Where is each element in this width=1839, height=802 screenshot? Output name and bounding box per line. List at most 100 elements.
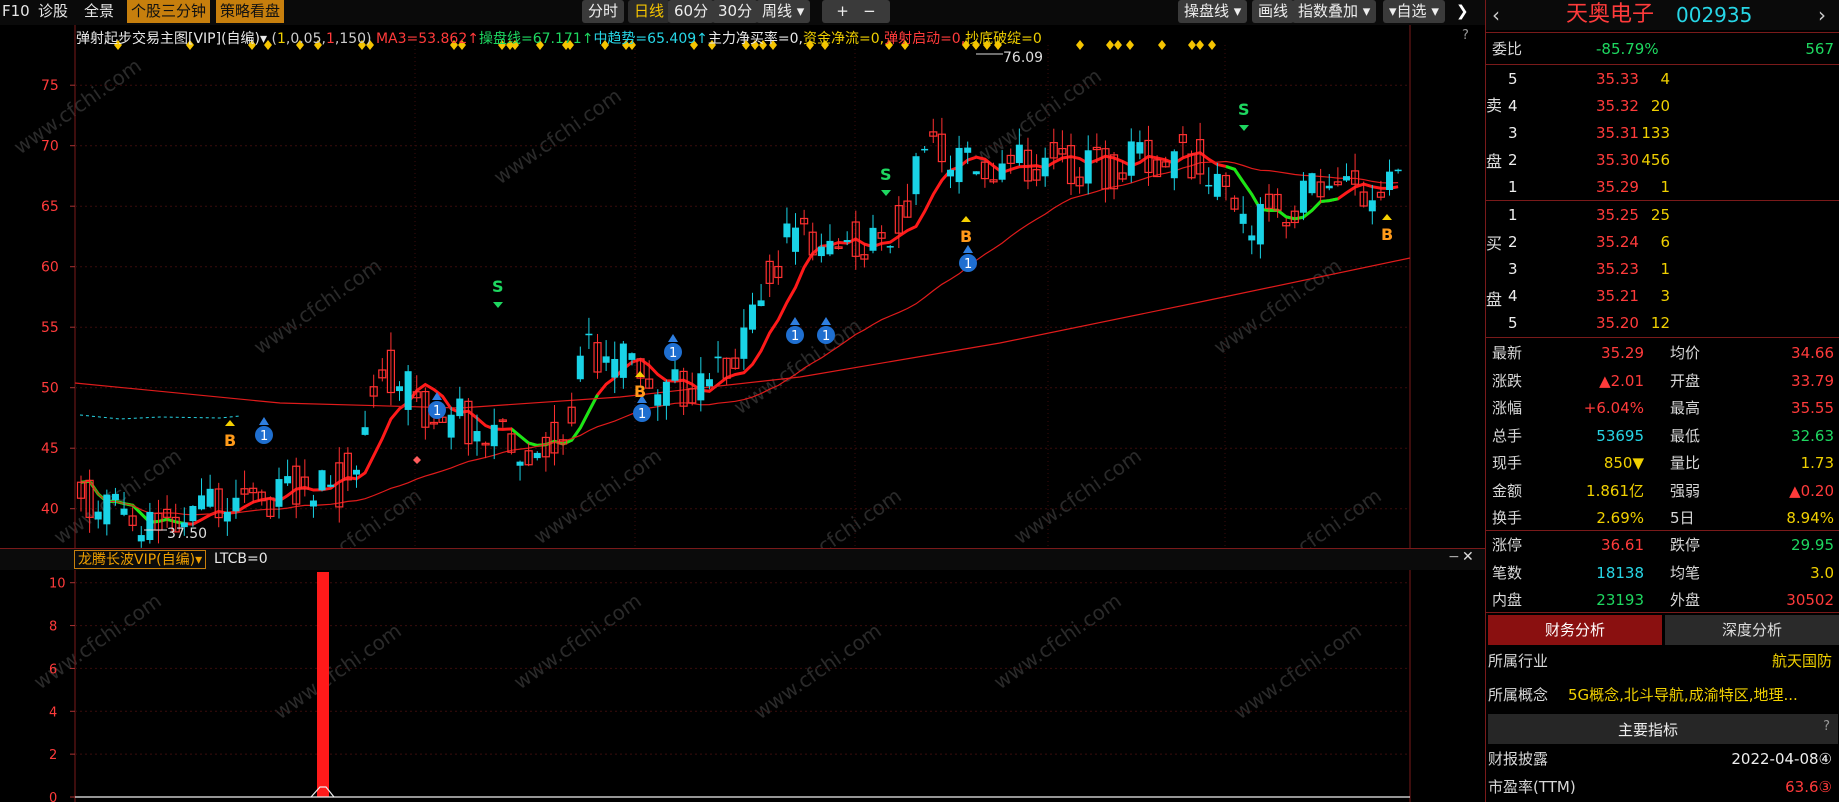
candle-body xyxy=(662,381,670,406)
signal-circle-label: 1 xyxy=(964,257,972,272)
candle-body xyxy=(1205,184,1213,187)
sub-tick-label: 0 xyxy=(49,791,57,802)
watermark-text: www.cfchi.com xyxy=(289,483,426,548)
sub-indicator-selector[interactable]: 龙腾长波VIP(自编)▾ xyxy=(74,550,207,569)
stat-label: 涨跌 xyxy=(1492,371,1523,390)
signal-diamond xyxy=(1208,40,1216,50)
launch-value: 弹射启动=0, xyxy=(884,31,966,47)
draw-line-button[interactable]: 画线 xyxy=(1252,0,1295,23)
tab-60min[interactable]: 60分 xyxy=(668,0,715,23)
diagnose-button[interactable]: 诊股 xyxy=(38,0,68,23)
sub-close-button[interactable]: ✕ xyxy=(1462,549,1474,565)
candle-body xyxy=(404,371,412,410)
limit-label: 外盘 xyxy=(1670,591,1701,609)
stat-label: 强弱 xyxy=(1670,481,1701,500)
candle-body xyxy=(826,240,834,255)
bottom-value: 抄底破绽=0 xyxy=(965,31,1042,47)
sub-indicator-axis: 10 8 6 4 2 0 xyxy=(49,570,1411,802)
signal-diamond xyxy=(1106,40,1114,50)
next-stock-icon[interactable]: › xyxy=(1818,0,1826,30)
tab-depth-analysis[interactable]: 深度分析 xyxy=(1665,615,1839,645)
bid-row: 3 35.23 1 xyxy=(1486,256,1839,283)
wei-bi-label: 委比 xyxy=(1492,40,1523,58)
bid-level: 3 xyxy=(1508,260,1518,278)
candle-body xyxy=(352,469,360,475)
bid-volume: 3 xyxy=(1660,287,1670,305)
buy-signal-b: B xyxy=(634,382,646,401)
stock-3min-button[interactable]: 个股三分钟 xyxy=(127,0,211,23)
watermark-text: www.cfchi.com xyxy=(489,83,626,189)
self-select-dropdown[interactable]: ▾自选 ▾ xyxy=(1383,0,1445,23)
prev-stock-icon[interactable]: ‹ xyxy=(1492,0,1500,30)
candle-body xyxy=(1041,157,1049,177)
full-view-button[interactable]: 全景 xyxy=(84,0,114,23)
candle-body xyxy=(757,300,765,307)
industry-row: 所属行业 航天国防 xyxy=(1486,648,1839,675)
sub-minimize-button[interactable]: − xyxy=(1448,549,1460,565)
key-metrics-header[interactable]: 主要指标 ? xyxy=(1488,714,1838,744)
ask-volume: 20 xyxy=(1650,97,1670,115)
price-tick-label: 40 xyxy=(41,502,59,518)
index-overlay-label: 指数叠加 xyxy=(1298,2,1359,20)
ask-row: 5 35.33 4 xyxy=(1486,66,1839,93)
zoom-out-button[interactable]: − xyxy=(863,2,876,20)
price-tick-label: 60 xyxy=(41,260,59,276)
sell-arrow xyxy=(1239,125,1249,131)
trade-line-dropdown[interactable]: 操盘线 ▾ xyxy=(1178,0,1248,23)
ask-price: 35.29 xyxy=(1596,178,1639,196)
candle-body xyxy=(1213,173,1221,197)
tab-daily[interactable]: 日线 xyxy=(628,0,671,23)
signal-diamond xyxy=(1196,40,1204,50)
tab-finance-analysis[interactable]: 财务分析 xyxy=(1488,615,1662,645)
sub-indicator-chart[interactable]: www.cfchi.com www.cfchi.com www.cfchi.com w… xyxy=(0,570,1485,802)
buy-arrow xyxy=(225,420,235,426)
candle-body xyxy=(137,535,145,542)
watermark-text: www.cfchi.com xyxy=(1209,253,1346,359)
sub-indicator-canvas[interactable]: www.cfchi.com www.cfchi.com www.cfchi.com w… xyxy=(0,570,1485,802)
buy-triangle xyxy=(963,245,973,253)
stat-value: 1.73 xyxy=(1800,454,1834,472)
industry-value[interactable]: 航天国防 xyxy=(1772,648,1832,675)
sell-side-label-2: 盘 xyxy=(1486,152,1503,171)
zoom-in-button[interactable]: + xyxy=(836,2,849,20)
limit-label: 笔数 xyxy=(1492,563,1523,582)
bid-row: 4 35.21 3 xyxy=(1486,283,1839,310)
tab-weekly[interactable]: 周线 ▾ xyxy=(756,0,811,23)
main-kline-chart[interactable]: www.cfchi.com www.cfchi.com www.cfchi.com w… xyxy=(0,25,1485,589)
key-metrics-help-icon[interactable]: ? xyxy=(1823,719,1830,734)
sell-signal-s: S xyxy=(880,165,892,184)
indicator-dropdown-icon[interactable]: ▾ xyxy=(260,31,267,47)
candle-body xyxy=(921,148,929,151)
f10-button[interactable]: F10 xyxy=(2,0,30,23)
watermark-text: www.cfchi.com xyxy=(29,588,166,694)
candle-body xyxy=(817,246,825,257)
candle-body xyxy=(533,452,541,459)
stat-value: ▲0.20 xyxy=(1789,481,1834,500)
price-tick-label: 65 xyxy=(41,199,59,215)
index-overlay-dropdown[interactable]: 指数叠加 ▾ xyxy=(1292,0,1377,23)
candle-body xyxy=(94,511,102,520)
main-help-icon[interactable]: ? xyxy=(1462,28,1469,43)
zoom-controls[interactable]: + − xyxy=(822,0,890,23)
candle-body xyxy=(740,327,748,359)
watermark-layer: www.cfchi.com www.cfchi.com www.cfchi.com w… xyxy=(9,53,1386,589)
stat-label: 最低 xyxy=(1670,426,1701,445)
bid-volume: 6 xyxy=(1660,233,1670,251)
concept-value[interactable]: 5G概念,北斗导航,成渝特区,地理... xyxy=(1568,682,1836,709)
bid-level: 2 xyxy=(1508,233,1518,251)
stat-label: 最高 xyxy=(1670,399,1701,417)
candle-body xyxy=(1136,142,1144,154)
ask-level: 5 xyxy=(1508,70,1518,88)
indicator-name[interactable]: 弹射起步交易主图[VIP](自编) xyxy=(76,31,260,47)
period-high-label: 76.09 xyxy=(1003,50,1043,66)
stat-row: 金额 1.861亿 强弱 ▲0.20 xyxy=(1486,478,1839,505)
stat-label: 总手 xyxy=(1492,426,1523,445)
candle-body xyxy=(309,500,317,507)
tab-30min[interactable]: 30分 xyxy=(712,0,759,23)
strategy-button[interactable]: 策略看盘 xyxy=(216,0,285,23)
limit-value: 18138 xyxy=(1596,563,1644,582)
expand-panel-icon[interactable]: ❯ xyxy=(1456,0,1469,23)
tab-timeshare[interactable]: 分时 xyxy=(582,0,625,23)
candle-body xyxy=(946,169,954,177)
kline-canvas[interactable]: www.cfchi.com www.cfchi.com www.cfchi.com w… xyxy=(0,25,1485,589)
